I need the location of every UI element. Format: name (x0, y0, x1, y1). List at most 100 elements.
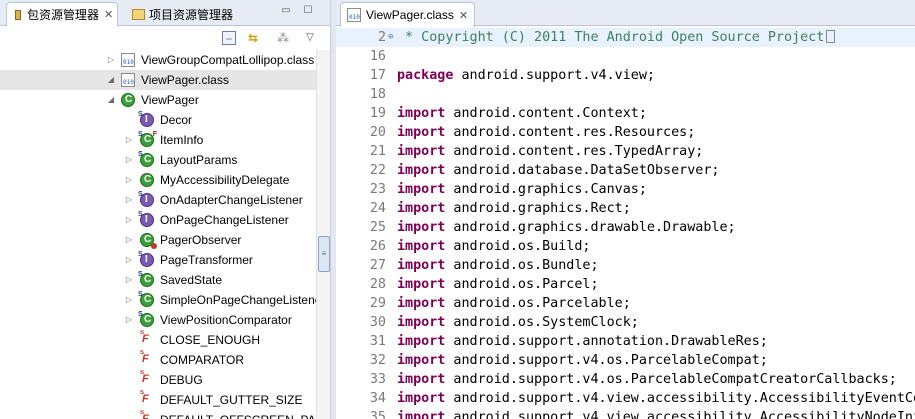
tree-item[interactable]: S Decor (0, 110, 316, 130)
code-line[interactable]: 28 import android.os.Parcel; (336, 275, 915, 294)
static-class-icon: S (138, 291, 154, 307)
tree-item[interactable]: ▷S PageTransformer (0, 250, 316, 270)
expand-arrow-icon[interactable]: ▷ (124, 130, 134, 150)
class-file-icon (347, 8, 361, 22)
code-line[interactable]: 19 import android.content.Context; (336, 104, 915, 123)
tree-item[interactable]: DEFAULT_GUTTER_SIZE (0, 390, 316, 410)
tree-item[interactable]: COMPARATOR (0, 350, 316, 370)
code-text: import android.os.Parcelable; (397, 294, 631, 313)
tree-item[interactable]: CLOSE_ENOUGH (0, 330, 316, 350)
private-class-icon (140, 233, 157, 249)
keyword-token: import (397, 277, 446, 292)
scrollbar-thumb[interactable]: ≡ (318, 236, 330, 272)
code-line[interactable]: 30 import android.os.SystemClock; (336, 313, 915, 332)
tree-item-label: COMPARATOR (160, 353, 245, 367)
tree-item-label: LayoutParams (160, 153, 238, 167)
collapse-arrow-icon[interactable]: ◢ (106, 70, 116, 90)
code-line[interactable]: 34 import android.support.v4.view.accessi… (336, 389, 915, 408)
expand-arrow-icon[interactable]: ▷ (124, 250, 134, 270)
tree-item[interactable]: ◢ ViewPager.class (0, 70, 316, 90)
expand-arrow-icon[interactable]: ▷ (124, 270, 134, 290)
keyword-token: import (397, 201, 446, 216)
folded-region-icon[interactable] (826, 30, 836, 43)
code-line[interactable]: 32 import android.support.v4.os.Parcelabl… (336, 351, 915, 370)
line-number: 32 (369, 353, 386, 368)
expand-arrow-icon[interactable]: ▷ (106, 50, 116, 70)
line-number: 16 (369, 49, 386, 64)
expand-arrow-icon[interactable]: ▷ (124, 190, 134, 210)
code-text: import android.content.res.Resources; (397, 123, 695, 142)
static-final-field-icon (140, 410, 152, 419)
static-interface-icon: S (138, 211, 154, 227)
tab-project-explorer[interactable]: 项目资源管理器 (132, 2, 233, 26)
keyword-token: import (397, 334, 446, 349)
tree-item[interactable]: ▷SFItemInfo (0, 130, 316, 150)
tree-item[interactable]: ▷ MyAccessibilityDelegate (0, 170, 316, 190)
expand-arrow-icon[interactable]: ▷ (124, 290, 134, 310)
code-text: import android.graphics.Rect; (397, 199, 631, 218)
code-line[interactable]: 35 import android.support.v4.view.accessi… (336, 408, 915, 419)
code-line[interactable]: 21 import android.content.res.TypedArray; (336, 142, 915, 161)
code-line[interactable]: 26 import android.os.Build; (336, 237, 915, 256)
tab-package-explorer[interactable]: 包资源管理器 ✕ (6, 2, 119, 26)
expand-arrow-icon[interactable]: ▷ (124, 310, 134, 330)
package-explorer-panel: 包资源管理器 ✕ 项目资源管理器 ▭ ☐ − ⇆ ⁂ ▽ ▷ ViewGroupC… (0, 0, 333, 419)
line-number: 22 (369, 163, 386, 178)
collapse-arrow-icon (124, 370, 134, 390)
view-options-icon[interactable]: ⁂ (276, 31, 290, 45)
code-line[interactable]: 24 import android.graphics.Rect; (336, 199, 915, 218)
code-line[interactable]: 20 import android.content.res.Resources; (336, 123, 915, 142)
code-line[interactable]: 17 package android.support.v4.view; (336, 66, 915, 85)
expand-arrow-icon[interactable]: ▷ (124, 210, 134, 230)
code-line[interactable]: 31 import android.support.annotation.Draw… (336, 332, 915, 351)
code-token: android.support.v4.view.accessibility.Ac… (445, 391, 915, 406)
code-line[interactable]: 16 (336, 47, 915, 66)
close-icon[interactable]: ✕ (104, 8, 113, 21)
tree-item-label: SimpleOnPageChangeListener (160, 293, 316, 307)
close-icon[interactable]: ✕ (459, 9, 468, 22)
tree-item[interactable]: ▷S ViewPositionComparator (0, 310, 316, 330)
code-token: android.content.res.TypedArray; (445, 144, 704, 159)
tree-item[interactable]: ▷ ViewGroupCompatLollipop.class (0, 50, 316, 70)
class-icon (140, 173, 154, 187)
tree-item[interactable]: ▷ PagerObserver (0, 230, 316, 250)
code-text: import android.os.Parcel; (397, 275, 599, 294)
fold-expand-icon[interactable]: ⊕ (388, 28, 393, 47)
tree-item[interactable]: ▷S OnPageChangeListener (0, 210, 316, 230)
code-line[interactable]: 2 ⊕ * Copyright (C) 2011 The Android Open… (336, 28, 915, 47)
code-line[interactable]: 18 (336, 85, 915, 104)
maximize-icon[interactable]: ☐ (302, 6, 314, 16)
tree-item[interactable]: DEBUG (0, 370, 316, 390)
expand-arrow-icon[interactable]: ▷ (124, 150, 134, 170)
tree-item[interactable]: ▷S LayoutParams (0, 150, 316, 170)
collapse-all-icon[interactable]: − (222, 31, 236, 46)
code-token: android.graphics.Canvas; (445, 182, 647, 197)
keyword-token: package (397, 68, 454, 83)
minimize-icon[interactable]: ▭ (280, 6, 292, 16)
expand-arrow-icon[interactable]: ▷ (124, 230, 134, 250)
view-menu-icon[interactable]: ▽ (303, 31, 317, 45)
class-file-icon (121, 73, 135, 87)
code-line[interactable]: 25 import android.graphics.drawable.Drawa… (336, 218, 915, 237)
tree-scrollbar[interactable]: ≡ (316, 50, 330, 419)
link-with-editor-icon[interactable]: ⇆ (246, 31, 260, 45)
code-line[interactable]: 29 import android.os.Parcelable; (336, 294, 915, 313)
tree-item-label: OnAdapterChangeListener (160, 193, 303, 207)
static-class-icon: S (138, 271, 154, 287)
tree-item[interactable]: ▷S OnAdapterChangeListener (0, 190, 316, 210)
code-line[interactable]: 22 import android.database.DataSetObserve… (336, 161, 915, 180)
line-number: 21 (369, 144, 386, 159)
collapse-arrow-icon[interactable]: ◢ (106, 90, 116, 110)
code-line[interactable]: 27 import android.os.Bundle; (336, 256, 915, 275)
tree-item[interactable]: ◢ ViewPager (0, 90, 316, 110)
tab-viewpager-class[interactable]: ViewPager.class ✕ (340, 2, 476, 27)
tree-item-label: ViewPager.class (141, 73, 229, 87)
tree-item[interactable]: DEFAULT_OFFSCREEN_PAGES (0, 410, 316, 419)
tree-item[interactable]: ▷S SimpleOnPageChangeListener (0, 290, 316, 310)
expand-arrow-icon[interactable]: ▷ (124, 170, 134, 190)
tree-item[interactable]: ▷S SavedState (0, 270, 316, 290)
code-line[interactable]: 23 import android.graphics.Canvas; (336, 180, 915, 199)
code-line[interactable]: 33 import android.support.v4.os.Parcelabl… (336, 370, 915, 389)
code-text: import android.support.annotation.Drawab… (397, 332, 768, 351)
code-area[interactable]: 2 ⊕ * Copyright (C) 2011 The Android Open… (336, 28, 915, 419)
